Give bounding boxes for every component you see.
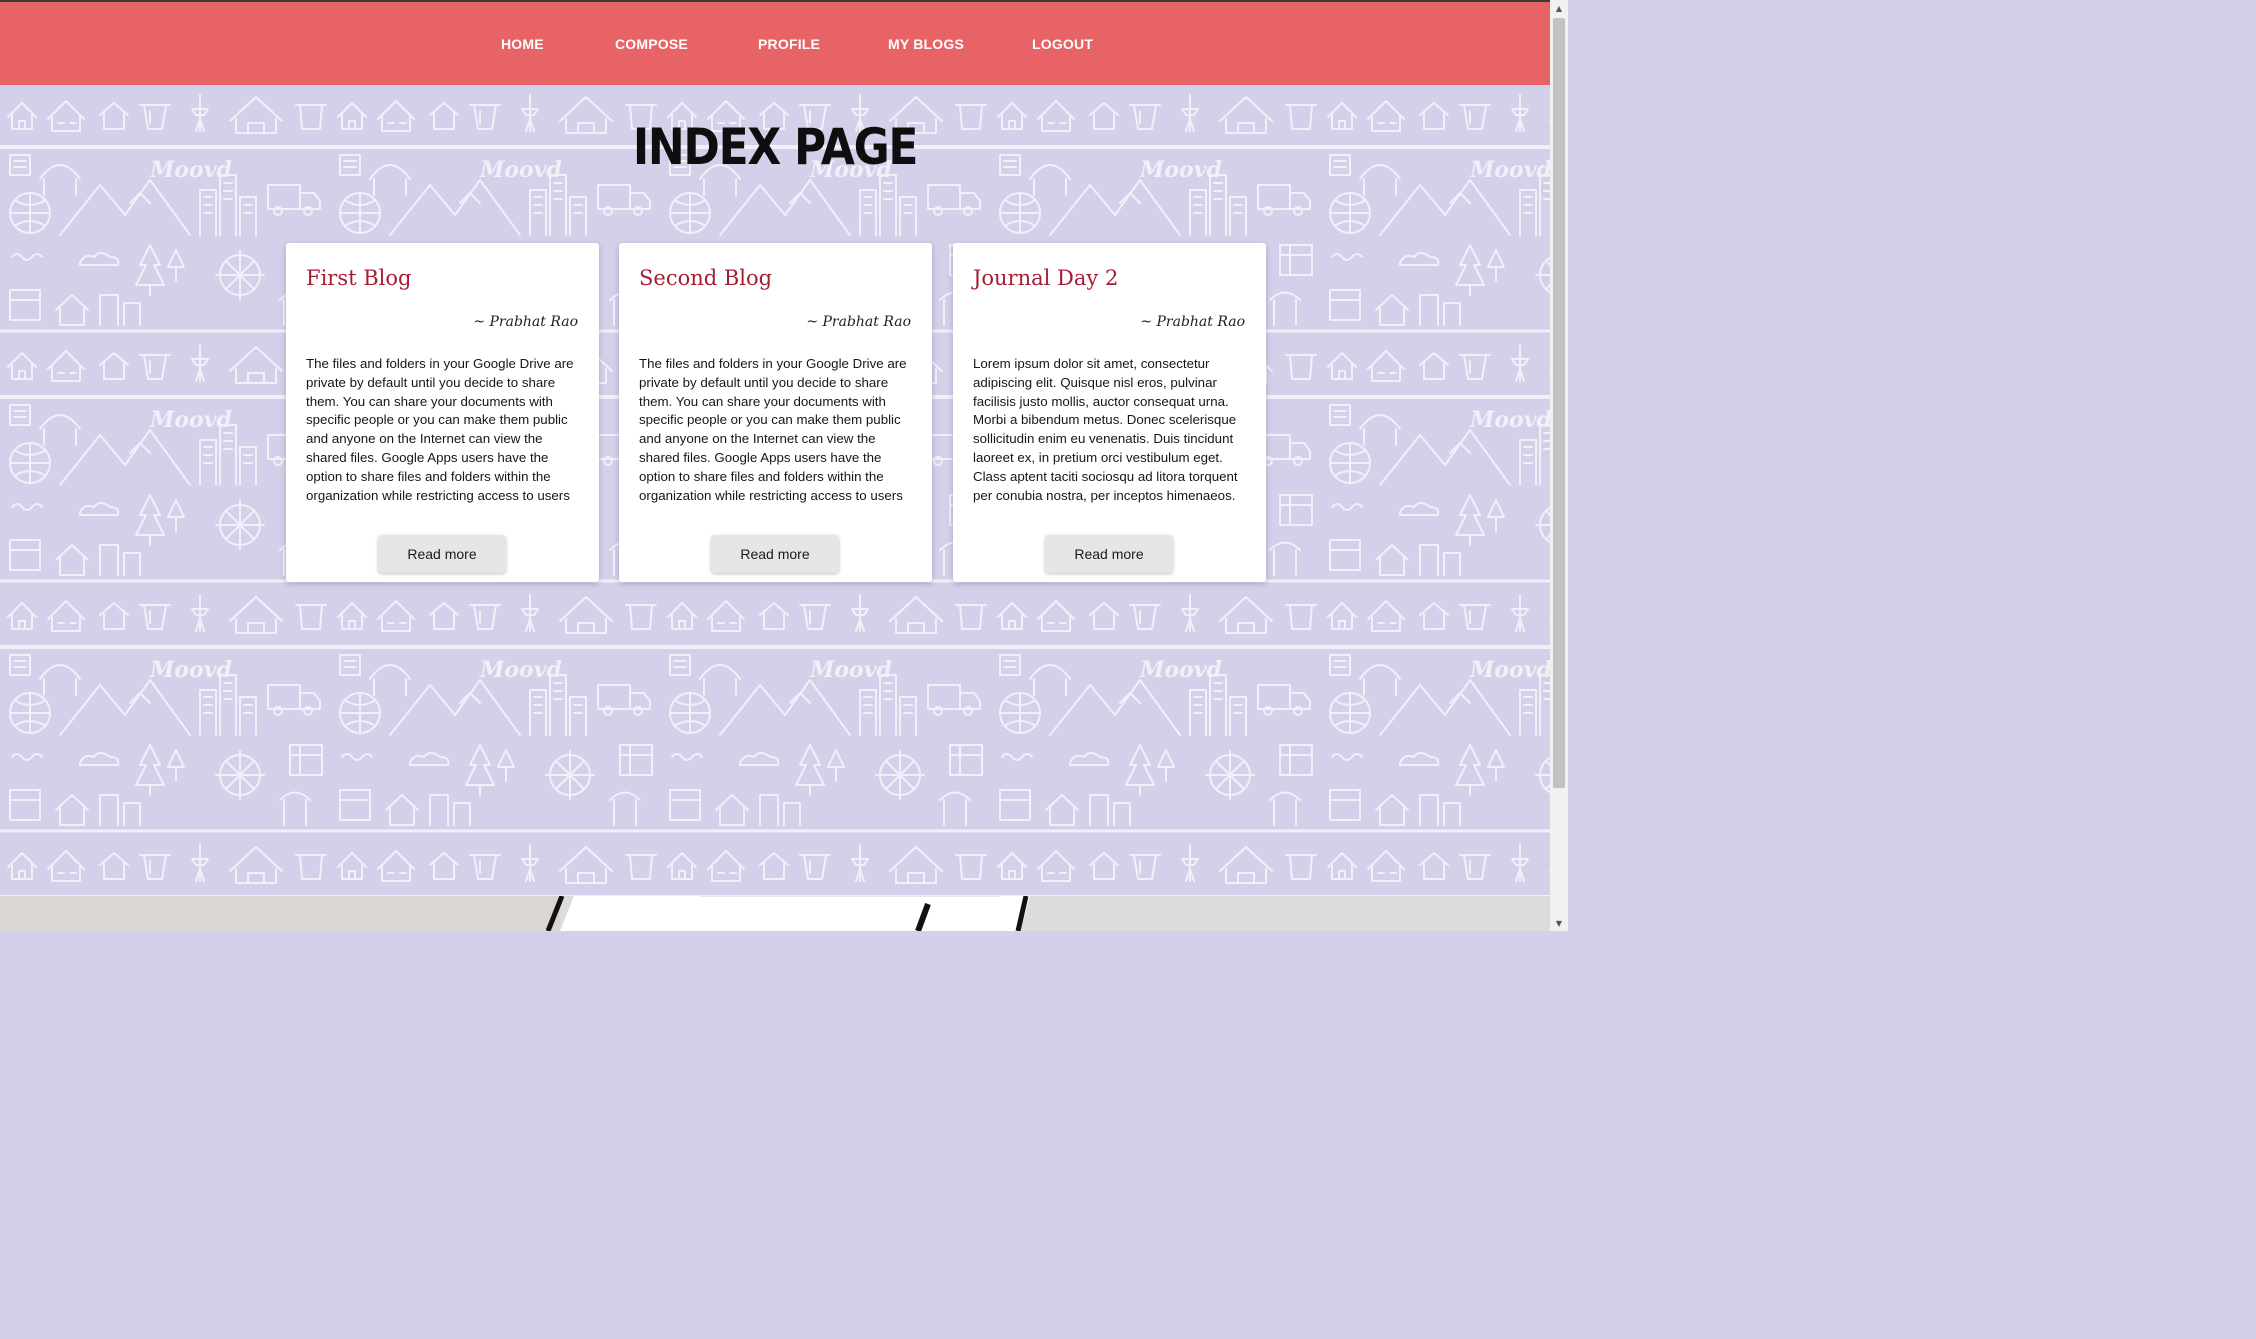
blog-card-excerpt: Lorem ipsum dolor sit amet, consectetur … (973, 356, 1238, 507)
blog-card-excerpt: The files and folders in your Google Dri… (306, 356, 574, 507)
read-more-button[interactable]: Read more (378, 535, 506, 573)
nav-compose-link[interactable]: COMPOSE (615, 36, 688, 52)
read-more-button[interactable]: Read more (711, 535, 839, 573)
page-title: INDEX PAGE (632, 118, 919, 176)
nav-profile-link[interactable]: PROFILE (758, 36, 820, 52)
nav-home-link[interactable]: HOME (501, 36, 544, 52)
top-navbar: HOME COMPOSE PROFILE MY BLOGS LOGOUT (0, 2, 1550, 85)
read-more-button[interactable]: Read more (1045, 535, 1173, 573)
vertical-scrollbar[interactable]: ▲ ▼ (1550, 0, 1568, 931)
nav-logout-link[interactable]: LOGOUT (1032, 36, 1093, 52)
blog-card: First Blog ~ Prabhat Rao The files and f… (286, 243, 599, 582)
nav-my-blogs-link[interactable]: MY BLOGS (888, 36, 964, 52)
scrollbar-thumb[interactable] (1553, 18, 1565, 788)
desk-photo-image (0, 896, 1550, 931)
blog-card-author: ~ Prabhat Rao (473, 314, 578, 330)
blog-card-author: ~ Prabhat Rao (1140, 314, 1245, 330)
scroll-up-arrow-icon[interactable]: ▲ (1550, 0, 1568, 16)
next-section-photo (0, 896, 1550, 931)
blog-card-title: Second Blog (639, 266, 773, 290)
blog-card: Journal Day 2 ~ Prabhat Rao Lorem ipsum … (953, 243, 1266, 582)
blog-card-excerpt: The files and folders in your Google Dri… (639, 356, 907, 507)
blog-card-title: First Blog (306, 266, 412, 290)
blog-card-title: Journal Day 2 (973, 266, 1119, 290)
blog-card-author: ~ Prabhat Rao (806, 314, 911, 330)
blog-card: Second Blog ~ Prabhat Rao The files and … (619, 243, 932, 582)
scroll-down-arrow-icon[interactable]: ▼ (1550, 915, 1568, 931)
